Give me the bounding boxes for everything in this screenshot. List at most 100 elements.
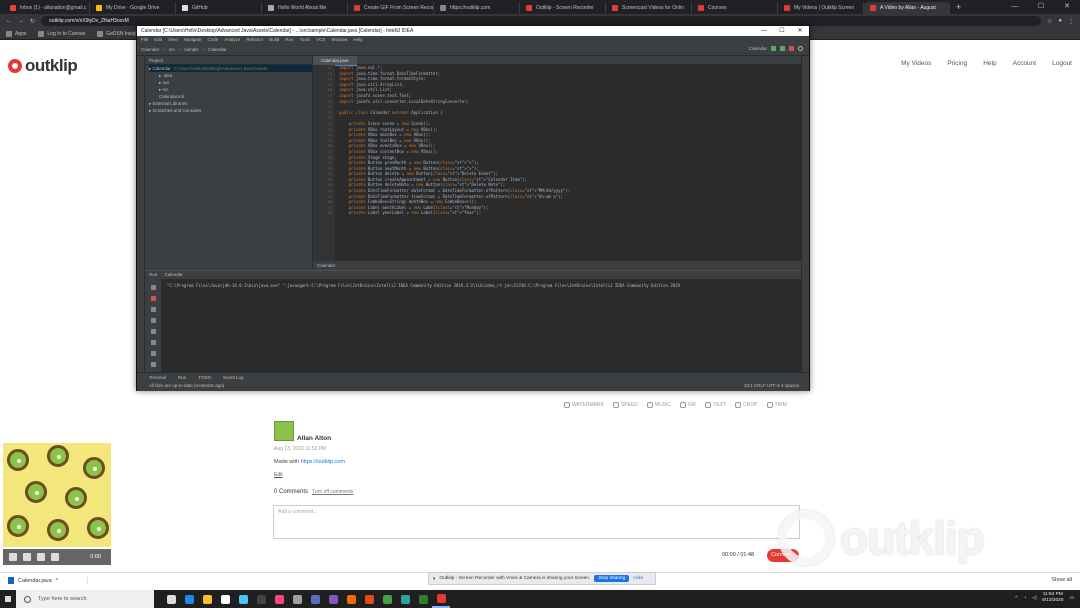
- nav-account[interactable]: Account: [1005, 60, 1045, 67]
- nav-help[interactable]: Help: [975, 60, 1004, 67]
- taskbar-app[interactable]: [360, 590, 378, 608]
- bookmark-apps[interactable]: Apps: [6, 30, 26, 37]
- browser-tab[interactable]: https://outklip.com: [434, 2, 520, 14]
- crop-button[interactable]: CROP: [735, 402, 758, 408]
- hide-banner-button[interactable]: Hide: [633, 576, 643, 581]
- trim-button[interactable]: TRIM: [766, 402, 787, 408]
- pause-icon[interactable]: [23, 553, 31, 561]
- taskbar-app[interactable]: [270, 590, 288, 608]
- new-tab-button[interactable]: +: [950, 1, 967, 14]
- volume-icon[interactable]: ◁: [1032, 596, 1036, 601]
- taskbar-app[interactable]: [378, 590, 396, 608]
- line-number-gutter: 12 13 14 15 16 17 18 19 20 21 22 23 24 25 26 27 28 29 30 31…: [313, 65, 335, 261]
- watermark-button[interactable]: WATERMARK: [564, 402, 604, 408]
- video-player-ide-window[interactable]: Calendar [C:\Users\Hello\Desktop\Advance…: [136, 25, 810, 391]
- webcam-overlay[interactable]: [3, 443, 111, 547]
- notification-icon[interactable]: ▭: [1069, 596, 1074, 601]
- music-button[interactable]: MUSIC: [646, 402, 671, 408]
- project-panel-header: Project: [145, 56, 312, 65]
- taskbar-app[interactable]: [162, 590, 180, 608]
- browser-tab[interactable]: Screencast Videos for Onlin: [606, 2, 692, 14]
- taskbar-app[interactable]: [414, 590, 432, 608]
- network-icon[interactable]: ◔: [1024, 596, 1027, 601]
- browser-tab[interactable]: Courses: [692, 2, 778, 14]
- minimize-button[interactable]: —: [1002, 0, 1028, 14]
- ide-status-bar: All files are up-to-date (moments ago) 2…: [137, 381, 809, 391]
- star-icon[interactable]: ☆: [1047, 18, 1052, 25]
- code-line: private Label yearLabel = new Label(clas…: [348, 210, 482, 216]
- browser-tab[interactable]: My Drive - Google Drive: [90, 2, 176, 14]
- layout-icon: [150, 329, 156, 334]
- tab-favicon-icon: [10, 5, 16, 11]
- chevron-up-icon[interactable]: ^: [1015, 596, 1017, 601]
- menu-icon[interactable]: ⋮: [1068, 18, 1074, 25]
- kiwi-image: [47, 445, 69, 467]
- browser-tab[interactable]: My Videos | Outklip Screen: [778, 2, 864, 14]
- taskbar-app[interactable]: [252, 590, 270, 608]
- webcam-timer: 0:00: [90, 554, 101, 560]
- browser-tab[interactable]: Create GIF From Screen Recor: [348, 2, 434, 14]
- outklip-watermark-icon: [778, 510, 834, 566]
- post-date: Aug 13, 2020 11:53 PM: [274, 446, 327, 452]
- gif-button[interactable]: GIF: [680, 402, 696, 408]
- browser-tab[interactable]: A Video by Allan - August: [864, 2, 950, 14]
- taskbar-app[interactable]: [198, 590, 216, 608]
- taskbar-app[interactable]: [324, 590, 342, 608]
- taskbar-app[interactable]: [234, 590, 252, 608]
- webcam-controls: 0:00: [3, 549, 111, 565]
- profile-icon[interactable]: ●: [1058, 18, 1062, 24]
- browser-tab[interactable]: Hello World About Me: [262, 2, 348, 14]
- turn-off-comments-link[interactable]: Turn off comments: [312, 489, 353, 495]
- back-icon[interactable]: ←: [6, 18, 12, 24]
- author-name[interactable]: Allan Alton: [297, 435, 331, 442]
- taskbar-app[interactable]: [432, 590, 450, 608]
- nav-logout[interactable]: Logout: [1044, 60, 1080, 67]
- chevron-up-icon: ^: [55, 577, 59, 584]
- stop-sharing-button[interactable]: Stop sharing: [594, 575, 630, 582]
- nav-my-videos[interactable]: My Videos: [893, 60, 939, 67]
- stop-run-icon: [150, 296, 156, 301]
- taskbar-app[interactable]: [396, 590, 414, 608]
- tab-favicon-icon: [698, 5, 704, 11]
- menu-icon[interactable]: [9, 553, 17, 561]
- taskbar-search[interactable]: Type here to search: [16, 590, 154, 608]
- clock[interactable]: 11:54 PM 8/13/2020: [1042, 592, 1063, 604]
- stop-icon[interactable]: [51, 553, 59, 561]
- speed-button[interactable]: SPEED: [612, 402, 638, 408]
- text-button[interactable]: TEXT: [705, 402, 726, 408]
- taskbar-app[interactable]: [342, 590, 360, 608]
- print-icon: [150, 340, 156, 345]
- trash-icon[interactable]: [37, 553, 45, 561]
- crumb-package: sample: [184, 47, 199, 52]
- browser-tab[interactable]: GitHub: [176, 2, 262, 14]
- close-button[interactable]: ✕: [1054, 0, 1080, 14]
- download-item[interactable]: Calendar.java ^: [8, 577, 88, 584]
- reload-icon[interactable]: ↻: [30, 18, 35, 25]
- taskbar-app[interactable]: [216, 590, 234, 608]
- browser-tab[interactable]: Inbox (1) - allanalton@gmail.c: [4, 2, 90, 14]
- ide-left-tool-strip: [137, 56, 145, 372]
- taskbar-app[interactable]: [306, 590, 324, 608]
- taskbar-app[interactable]: [180, 590, 198, 608]
- ide-menu-item: Window: [331, 37, 348, 42]
- show-all-button[interactable]: Show all: [1051, 577, 1072, 583]
- browser-tab[interactable]: Outklip - Screen Recorder: [520, 2, 606, 14]
- gif-icon: [680, 402, 687, 408]
- forward-icon[interactable]: →: [18, 18, 24, 24]
- outklip-logo[interactable]: outklip: [8, 56, 78, 76]
- visual-studio-icon: [328, 594, 338, 604]
- maximize-button[interactable]: ☐: [1028, 0, 1054, 14]
- intellij-icon: [274, 594, 284, 604]
- edit-link[interactable]: Edit: [274, 472, 283, 478]
- nav-pricing[interactable]: Pricing: [939, 60, 975, 67]
- outklip-link[interactable]: https://outklip.com: [301, 459, 345, 465]
- recording-timer: 00:00 / 01:48: [722, 552, 755, 558]
- avatar[interactable]: [274, 421, 294, 441]
- run-output: "C:\Program Files\Java\jdk-14.0.1\bin\ja…: [167, 283, 680, 288]
- comment-input[interactable]: Add a comment...: [273, 505, 800, 539]
- start-button[interactable]: [0, 590, 16, 608]
- ide-bottom-tools: Terminal Run TODO Event Log: [137, 372, 809, 381]
- code-editor: Calendar.java 12 13 14 15 16 17 18 19 20 21 22 23 24…: [313, 56, 801, 270]
- bookmark-canvas[interactable]: Log In to Canvas: [38, 30, 85, 37]
- taskbar-app[interactable]: [288, 590, 306, 608]
